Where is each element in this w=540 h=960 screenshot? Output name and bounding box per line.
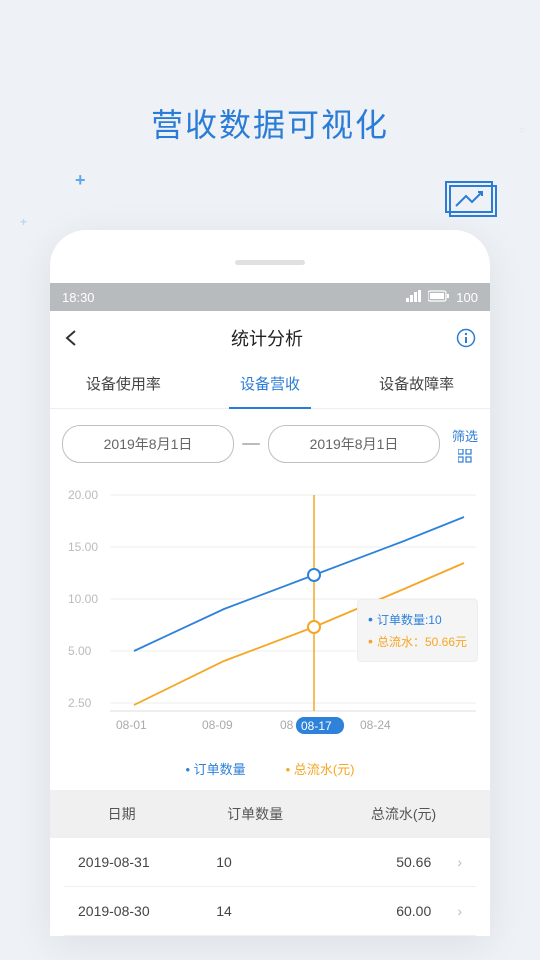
table-header: 日期 订单数量 总流水(元) [50, 790, 490, 838]
decoration-plus-icon: + [75, 170, 86, 191]
info-icon[interactable] [456, 328, 476, 348]
nav-bar: 统计分析 [50, 311, 490, 361]
legend-item-orders: • 订单数量 [185, 759, 245, 778]
filter-icon [458, 449, 472, 463]
series-dot-icon: • [368, 611, 373, 627]
status-time: 18:30 [62, 290, 95, 305]
svg-text:2.50: 2.50 [68, 696, 92, 710]
chevron-right-icon: › [431, 903, 462, 919]
svg-text:15.00: 15.00 [68, 540, 98, 554]
date-range-separator [242, 443, 260, 445]
decoration-circle-icon: ○ [519, 125, 525, 136]
svg-text:5.00: 5.00 [68, 644, 92, 658]
chart-area: 20.00 15.00 10.00 5.00 2.50 08-01 08-09 … [50, 471, 490, 745]
table-header-date: 日期 [58, 804, 185, 824]
cell-date: 2019-08-30 [78, 903, 216, 919]
chart-decoration-icon [444, 180, 500, 227]
series-dot-icon: • [368, 633, 373, 649]
back-icon[interactable] [64, 329, 78, 347]
tab-usage-rate[interactable]: 设备使用率 [50, 361, 197, 408]
nav-title: 统计分析 [231, 325, 303, 351]
date-range-row: 2019年8月1日 2019年8月1日 筛选 [50, 409, 490, 471]
table-row[interactable]: 2019-08-31 10 50.66 › [64, 838, 476, 887]
cell-revenue: 60.00 [324, 903, 432, 919]
chart-tooltip: •订单数量:10 •总流水：50.66元 [357, 599, 478, 662]
table-row[interactable]: 2019-08-30 14 60.00 › [64, 887, 476, 936]
svg-text:08: 08 [280, 718, 294, 732]
table-header-orders: 订单数量 [185, 804, 325, 824]
status-bar: 18:30 100 [50, 283, 490, 311]
tabs-bar: 设备使用率 设备营收 设备故障率 [50, 361, 490, 409]
signal-icon [406, 290, 422, 305]
svg-text:08-24: 08-24 [360, 718, 391, 732]
chevron-right-icon: › [431, 854, 462, 870]
legend-item-revenue: • 总流水(元) [286, 759, 355, 778]
battery-level: 100 [456, 290, 478, 305]
cell-date: 2019-08-31 [78, 854, 216, 870]
tab-revenue[interactable]: 设备营收 [197, 361, 344, 408]
filter-button[interactable]: 筛选 [448, 426, 478, 463]
cell-revenue: 50.66 [324, 854, 432, 870]
svg-text:10.00: 10.00 [68, 592, 98, 606]
battery-icon [428, 290, 450, 305]
page-heading: 营收数据可视化 [0, 0, 540, 146]
cell-orders: 10 [216, 854, 324, 870]
filter-label: 筛选 [452, 426, 478, 445]
date-end-picker[interactable]: 2019年8月1日 [268, 425, 440, 463]
phone-notch [235, 260, 305, 265]
chart-legend: • 订单数量 • 总流水(元) [50, 745, 490, 790]
svg-text:08-17: 08-17 [301, 719, 332, 733]
decoration-plus-icon: + [20, 215, 27, 229]
svg-text:08-09: 08-09 [202, 718, 233, 732]
cell-orders: 14 [216, 903, 324, 919]
tab-failure-rate[interactable]: 设备故障率 [343, 361, 490, 408]
svg-text:20.00: 20.00 [68, 488, 98, 502]
svg-text:08-01: 08-01 [116, 718, 147, 732]
date-start-picker[interactable]: 2019年8月1日 [62, 425, 234, 463]
phone-mockup: 18:30 100 统计分析 设备使用率 设备营收 设备故障率 2019年8月1… [50, 230, 490, 936]
table-header-revenue: 总流水(元) [325, 804, 482, 824]
